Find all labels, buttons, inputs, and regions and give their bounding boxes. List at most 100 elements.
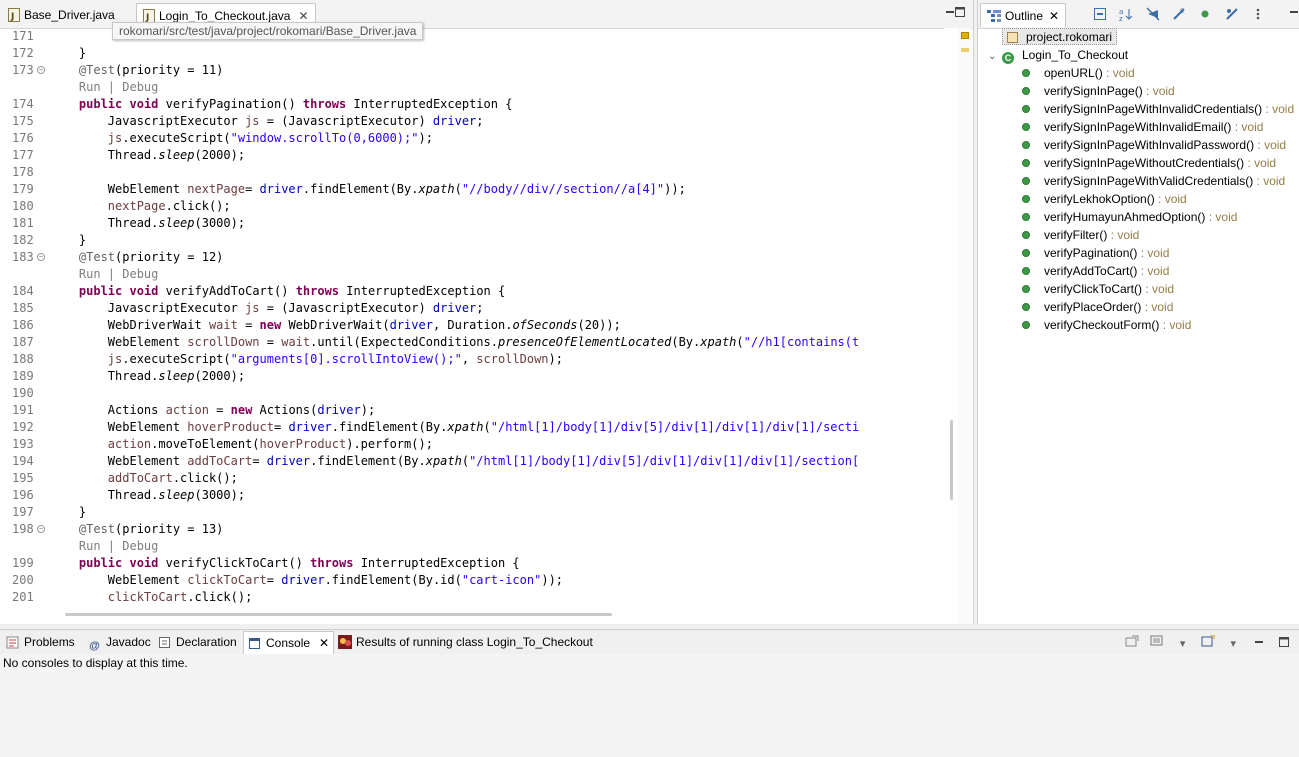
horizontal-scroll-thumb[interactable] — [65, 613, 612, 616]
code-line[interactable]: 200 WebElement clickToCart= driver.findE… — [0, 572, 944, 589]
outline-method-item[interactable]: verifySignInPageWithInvalidCredentials()… — [1022, 100, 1294, 118]
code-text: Thread.sleep(2000); — [50, 148, 246, 162]
code-text: Run | Debug — [78, 539, 159, 553]
code-line[interactable]: 194 WebElement addToCart= driver.findEle… — [0, 453, 944, 470]
code-line[interactable]: 183− @Test(priority = 12) — [0, 249, 944, 266]
outline-method-item[interactable]: verifyAddToCart() : void — [1022, 262, 1169, 280]
maximize-icon[interactable] — [1277, 637, 1291, 649]
code-line[interactable]: 190 — [0, 385, 944, 402]
minimize-icon[interactable] — [1287, 7, 1299, 21]
console-body[interactable]: No consoles to display at this time. — [0, 654, 1299, 757]
method-name: verifyPagination() — [1044, 246, 1138, 260]
outline-class-node[interactable]: ⌄ C Login_To_Checkout — [988, 46, 1128, 64]
code-line[interactable]: 201 clickToCart.click(); — [0, 589, 944, 606]
vertical-scroll-thumb[interactable] — [950, 420, 953, 500]
tab-javadoc[interactable]: @ Javadoc — [84, 631, 155, 654]
code-line[interactable]: 188 js.executeScript("arguments[0].scrol… — [0, 351, 944, 368]
outline-method-item[interactable]: verifySignInPageWithoutCredentials() : v… — [1022, 154, 1276, 172]
code-line[interactable]: 181 Thread.sleep(3000); — [0, 215, 944, 232]
code-line[interactable]: 191 Actions action = new Actions(driver)… — [0, 402, 944, 419]
code-line[interactable]: 182 } — [0, 232, 944, 249]
code-text: js.executeScript("arguments[0].scrollInt… — [107, 352, 563, 366]
hide-local-types-icon[interactable] — [1225, 7, 1239, 21]
warning-marker-icon[interactable] — [961, 32, 969, 39]
sort-icon[interactable]: az — [1119, 7, 1133, 23]
outline-method-item[interactable]: verifyPagination() : void — [1022, 244, 1169, 262]
outline-method-item[interactable]: verifyHumayunAhmedOption() : void — [1022, 208, 1237, 226]
fold-icon[interactable]: − — [37, 525, 45, 533]
horizontal-scrollbar[interactable] — [0, 606, 944, 624]
tab-declaration[interactable]: Declaration — [154, 631, 241, 654]
outline-method-item[interactable]: verifyCheckoutForm() : void — [1022, 316, 1191, 334]
code-line[interactable]: 175 JavascriptExecutor js = (JavascriptE… — [0, 113, 944, 130]
close-icon[interactable]: ✕ — [1049, 9, 1059, 23]
code-line[interactable]: 180 nextPage.click(); — [0, 198, 944, 215]
maximize-icon[interactable] — [955, 6, 965, 17]
code-line[interactable]: Run | Debug — [0, 266, 944, 283]
pin-console-icon[interactable] — [1125, 635, 1139, 647]
collapse-all-icon[interactable] — [1093, 7, 1107, 21]
code-line[interactable]: 172 } — [0, 45, 944, 62]
code-line[interactable]: 185 JavascriptExecutor js = (JavascriptE… — [0, 300, 944, 317]
hide-fields-icon[interactable] — [1146, 7, 1160, 21]
outline-method-item[interactable]: verifySignInPage() : void — [1022, 82, 1175, 100]
fold-icon[interactable]: − — [37, 66, 45, 74]
display-console-icon[interactable] — [1150, 635, 1164, 647]
tab-outline[interactable]: Outline ✕ — [980, 3, 1067, 27]
java-editor[interactable]: J Base_Driver.java J Login_To_Checkout.jav… — [0, 0, 974, 624]
tab-base-driver[interactable]: J Base_Driver.java — [2, 3, 121, 27]
minimize-icon[interactable] — [1252, 637, 1266, 649]
code-line[interactable]: 176 js.executeScript("window.scrollTo(0,… — [0, 130, 944, 147]
chevron-down-icon[interactable]: ⌄ — [988, 48, 998, 66]
code-line[interactable]: 195 addToCart.click(); — [0, 470, 944, 487]
chevron-down-icon[interactable]: ▾ — [1176, 638, 1190, 650]
tab-problems[interactable]: Problems — [2, 631, 79, 654]
code-line[interactable]: 174 public void verifyPagination() throw… — [0, 96, 944, 113]
vertical-scrollbar[interactable] — [944, 28, 958, 606]
overview-ruler[interactable] — [958, 28, 972, 624]
code-line[interactable]: 186 WebDriverWait wait = new WebDriverWa… — [0, 317, 944, 334]
tab-test-results[interactable]: Results of running class Login_To_Checko… — [334, 631, 597, 654]
outline-method-item[interactable]: verifyPlaceOrder() : void — [1022, 298, 1173, 316]
outline-method-item[interactable]: openURL() : void — [1022, 64, 1135, 82]
code-line[interactable]: 178 — [0, 164, 944, 181]
code-line[interactable]: 198− @Test(priority = 13) — [0, 521, 944, 538]
code-line[interactable]: 196 Thread.sleep(3000); — [0, 487, 944, 504]
close-icon[interactable]: ✕ — [319, 636, 329, 650]
fold-icon[interactable]: − — [37, 253, 45, 261]
code-line[interactable]: 189 Thread.sleep(2000); — [0, 368, 944, 385]
code-line[interactable]: Run | Debug — [0, 79, 944, 96]
outline-method-item[interactable]: verifySignInPageWithInvalidPassword() : … — [1022, 136, 1286, 154]
method-name: verifySignInPageWithoutCredentials() — [1044, 156, 1245, 170]
open-console-icon[interactable] — [1201, 634, 1215, 647]
code-line[interactable]: 173− @Test(priority = 11) — [0, 62, 944, 79]
code-line[interactable]: 184 public void verifyAddToCart() throws… — [0, 283, 944, 300]
code-line[interactable]: 179 WebElement nextPage= driver.findElem… — [0, 181, 944, 198]
hide-static-icon[interactable]: S — [1172, 7, 1186, 21]
outline-method-item[interactable]: verifyFilter() : void — [1022, 226, 1139, 244]
code-line[interactable]: 192 WebElement hoverProduct= driver.find… — [0, 419, 944, 436]
code-line[interactable]: 199 public void verifyClickToCart() thro… — [0, 555, 944, 572]
outline-method-item[interactable]: verifySignInPageWithInvalidEmail() : voi… — [1022, 118, 1263, 136]
outline-method-item[interactable]: verifyClickToCart() : void — [1022, 280, 1174, 298]
method-name: verifySignInPageWithInvalidPassword() — [1044, 138, 1255, 152]
code-area[interactable]: 171 172 } 173− @Test(priority = 11) Run | … — [0, 28, 944, 606]
outline-method-item[interactable]: verifyLekhokOption() : void — [1022, 190, 1187, 208]
code-line[interactable]: 197 } — [0, 504, 944, 521]
close-icon[interactable]: ✕ — [298, 9, 308, 23]
code-line[interactable]: 187 WebElement scrollDown = wait.until(E… — [0, 334, 944, 351]
method-return-type: : void — [1142, 84, 1175, 98]
code-line[interactable]: Run | Debug — [0, 538, 944, 555]
occurrence-marker[interactable] — [961, 48, 969, 52]
code-line[interactable]: 193 action.moveToElement(hoverProduct).p… — [0, 436, 944, 453]
tab-label: Declaration — [176, 635, 237, 649]
outline-package-node[interactable]: project.rokomari — [1002, 28, 1118, 45]
tab-console[interactable]: Console ✕ — [243, 631, 335, 654]
code-text: } — [50, 233, 87, 247]
chevron-down-icon[interactable]: ▾ — [1226, 638, 1240, 650]
hide-nonpublic-icon[interactable] — [1198, 7, 1212, 21]
code-line[interactable]: 177 Thread.sleep(2000); — [0, 147, 944, 164]
outline-method-item[interactable]: verifySignInPageWithValidCredentials() :… — [1022, 172, 1285, 190]
minimize-icon[interactable] — [945, 6, 955, 16]
view-menu-icon[interactable] — [1251, 7, 1265, 21]
